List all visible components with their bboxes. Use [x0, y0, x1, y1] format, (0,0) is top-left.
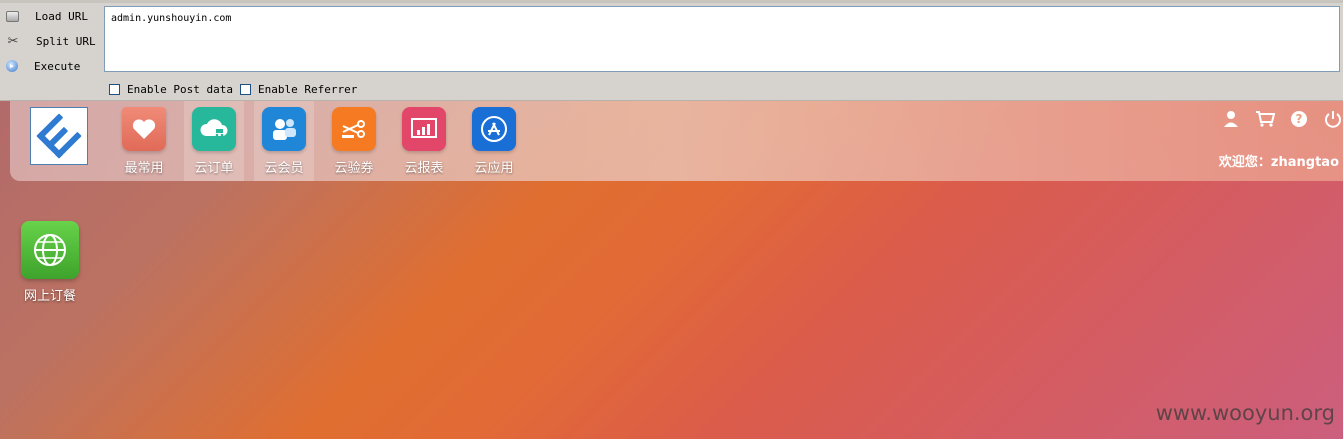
user-icon[interactable] — [1221, 109, 1241, 129]
app-most-used-label: 最常用 — [124, 161, 164, 176]
url-textarea[interactable]: admin.yunshouyin.com — [104, 6, 1340, 72]
help-icon[interactable]: ? — [1289, 109, 1309, 129]
top-app-bar: 最常用 云订单 云会员 云验券 云报表 云应用 ? 欢迎您：zhangtao — [10, 101, 1343, 181]
app-cloud-members-label: 云会员 — [264, 161, 304, 176]
load-url-button[interactable]: Load URL — [6, 6, 88, 26]
top-right-toolbar: ? — [1221, 109, 1343, 129]
load-url-icon — [6, 10, 19, 22]
app-cloud-order-label: 云订单 — [194, 161, 234, 176]
execute-icon: ▶ — [6, 60, 18, 72]
enable-post-data-checkbox[interactable] — [109, 83, 120, 95]
cloud-cart-icon — [192, 107, 236, 151]
welcome-text: 欢迎您：zhangtao — [1218, 155, 1339, 170]
desktop: 最常用 云订单 云会员 云验券 云报表 云应用 ? 欢迎您：zhangtao 网… — [0, 101, 1343, 439]
app-cloud-coupon-label: 云验券 — [334, 161, 374, 176]
cart-icon[interactable] — [1255, 109, 1275, 129]
app-cloud-members[interactable]: 云会员 — [254, 101, 314, 181]
scissors-coupon-icon — [332, 107, 376, 151]
members-icon — [262, 107, 306, 151]
heart-folder-icon — [122, 107, 166, 151]
enable-referrer-option[interactable]: Enable Referrer — [240, 82, 357, 96]
app-cloud-report-label: 云报表 — [404, 161, 444, 176]
app-cloud-coupon[interactable]: 云验券 — [324, 107, 384, 176]
app-cloud-report[interactable]: 云报表 — [394, 107, 454, 176]
execute-button[interactable]: ▶ Execute — [6, 56, 80, 76]
split-url-label: Split URL — [36, 34, 96, 48]
enable-post-data-label: Enable Post data — [127, 82, 233, 96]
watermark-text: www.wooyun.org — [1155, 401, 1335, 425]
globe-icon — [21, 221, 79, 279]
app-cloud-apps[interactable]: 云应用 — [464, 107, 524, 176]
enable-post-data-option[interactable]: Enable Post data — [109, 82, 233, 96]
brand-logo-icon — [36, 113, 82, 159]
split-url-icon: ✂ — [7, 33, 19, 49]
app-cloud-order[interactable]: 云订单 — [184, 101, 244, 181]
enable-referrer-checkbox[interactable] — [240, 83, 251, 95]
app-most-used[interactable]: 最常用 — [114, 107, 174, 176]
hackbar-top-border — [0, 0, 1343, 3]
execute-label: Execute — [34, 59, 81, 73]
brand-logo[interactable] — [30, 107, 88, 165]
enable-referrer-label: Enable Referrer — [258, 82, 358, 96]
url-value: admin.yunshouyin.com — [111, 13, 232, 24]
desktop-icon-online-ordering[interactable]: 网上订餐 — [18, 221, 82, 304]
hackbar-panel: Load URL ✂ Split URL ▶ Execute admin.yun… — [0, 0, 1343, 101]
desktop-icon-online-ordering-label: 网上订餐 — [23, 289, 76, 304]
split-url-button[interactable]: ✂ Split URL — [6, 31, 96, 51]
load-url-label: Load URL — [35, 9, 88, 23]
app-cloud-apps-label: 云应用 — [474, 161, 514, 176]
report-chart-icon — [402, 107, 446, 151]
app-store-icon — [472, 107, 516, 151]
power-icon[interactable] — [1323, 109, 1343, 129]
svg-text:?: ? — [1296, 112, 1303, 126]
